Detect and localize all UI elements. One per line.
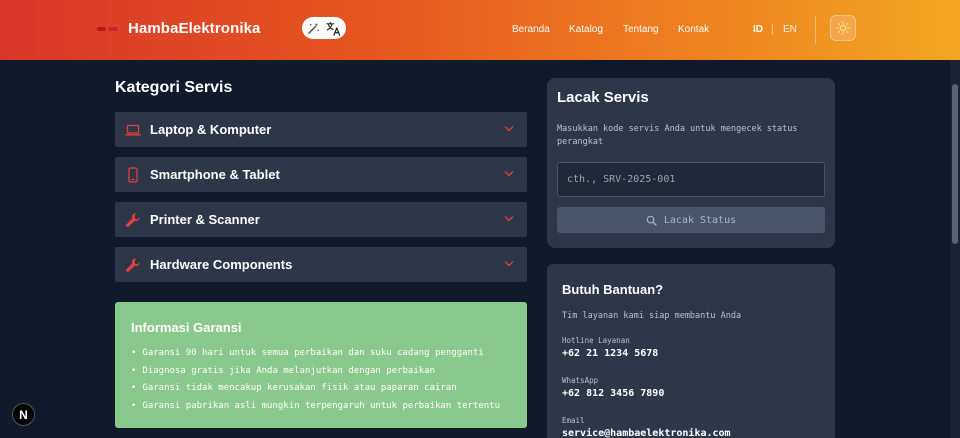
chevron-down-icon: [504, 171, 514, 177]
nav-tentang[interactable]: Tentang: [623, 24, 659, 35]
list-item: Garansi 90 hari untuk semua perbaikan da…: [131, 348, 500, 366]
translate-toggle[interactable]: [302, 17, 346, 39]
email-label: Email: [562, 416, 585, 425]
track-button-label: Lacak Status: [663, 214, 737, 226]
category-laptop[interactable]: Laptop & Komputer: [115, 112, 527, 147]
brand-name[interactable]: HambaElektronika: [128, 20, 260, 37]
top-header: HambaElektronika Beranda Katalog Tentang…: [0, 0, 960, 60]
header-divider: [815, 16, 816, 44]
hotline-value[interactable]: +62 21 1234 5678: [562, 348, 658, 359]
service-code-input[interactable]: [557, 162, 825, 197]
nav-beranda[interactable]: Beranda: [512, 24, 550, 35]
track-description: Masukkan kode servis Anda untuk mengecek…: [557, 124, 798, 147]
help-panel: Butuh Bantuan? Tim layanan kami siap mem…: [547, 264, 835, 438]
lang-id-button[interactable]: ID: [753, 24, 763, 35]
help-title: Butuh Bantuan?: [562, 282, 664, 297]
translate-icon: [326, 21, 341, 36]
theme-toggle-button[interactable]: [830, 15, 856, 41]
help-description: Tim layanan kami siap membantu Anda: [562, 311, 742, 321]
category-hardware[interactable]: Hardware Components: [115, 247, 527, 282]
warranty-title: Informasi Garansi: [131, 320, 242, 335]
category-label: Hardware Components: [150, 257, 293, 272]
whatsapp-label: WhatsApp: [562, 376, 599, 385]
category-printer[interactable]: Printer & Scanner: [115, 202, 527, 237]
lang-separator: |: [771, 24, 774, 35]
list-item: Diagnosa gratis jika Anda melanjutkan de…: [131, 366, 500, 384]
track-status-button[interactable]: Lacak Status: [557, 207, 825, 233]
magic-wand-icon: [308, 22, 319, 34]
nav-katalog[interactable]: Katalog: [569, 24, 603, 35]
category-smartphone[interactable]: Smartphone & Tablet: [115, 157, 527, 192]
track-service-panel: Lacak Servis Masukkan kode servis Anda u…: [547, 78, 835, 248]
nav-kontak[interactable]: Kontak: [678, 24, 709, 35]
category-label: Printer & Scanner: [150, 212, 260, 227]
list-item: Garansi pabrikan asli mungkin terpengaru…: [131, 401, 500, 419]
chevron-down-icon: [504, 126, 514, 132]
logo-icon: [97, 27, 119, 32]
chevron-down-icon: [504, 216, 514, 222]
sun-icon: [836, 21, 850, 35]
warranty-info-panel: Informasi Garansi Garansi 90 hari untuk …: [115, 302, 527, 428]
nextjs-badge[interactable]: N: [12, 403, 35, 426]
smartphone-icon: [128, 167, 138, 183]
chevron-down-icon: [504, 261, 514, 267]
track-title: Lacak Servis: [557, 89, 649, 106]
category-label: Laptop & Komputer: [150, 122, 272, 137]
hotline-label: Hotline Layanan: [562, 336, 630, 345]
warranty-list: Garansi 90 hari untuk semua perbaikan da…: [131, 348, 500, 418]
search-icon: [646, 215, 657, 226]
wrench-icon: [126, 258, 140, 272]
wrench-icon: [126, 213, 140, 227]
list-item: Garansi tidak mencakup kerusakan fisik a…: [131, 383, 500, 401]
whatsapp-value[interactable]: +62 812 3456 7890: [562, 388, 664, 399]
lang-en-button[interactable]: EN: [783, 24, 797, 35]
email-value[interactable]: service@hambaelektronika.com: [562, 428, 731, 438]
scrollbar-thumb[interactable]: [952, 84, 958, 244]
laptop-icon: [125, 124, 141, 136]
category-label: Smartphone & Tablet: [150, 167, 280, 182]
categories-title: Kategori Servis: [115, 79, 233, 96]
